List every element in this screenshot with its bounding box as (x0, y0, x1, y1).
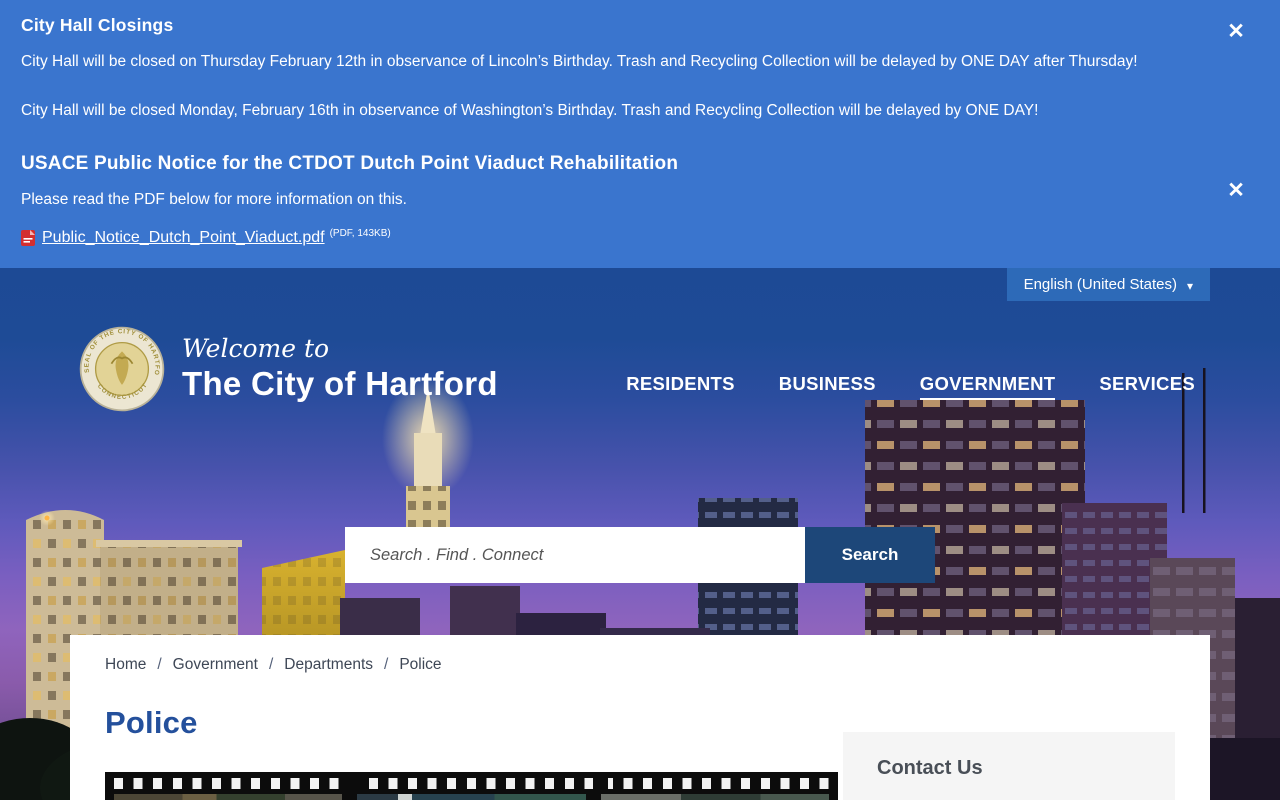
breadcrumb-separator: / (157, 656, 161, 674)
page-title: Police (105, 705, 198, 741)
language-label: English (United States) (1024, 276, 1177, 293)
chevron-down-icon: ▾ (1187, 279, 1193, 293)
breadcrumb-departments[interactable]: Departments (284, 656, 373, 674)
site-brand: Welcome to The City of Hartford (182, 335, 498, 403)
close-icon[interactable]: ✕ (1222, 18, 1250, 46)
filmstrip-photos (114, 794, 829, 800)
photo-filmstrip (105, 772, 838, 800)
language-bar: English (United States) ▾ (1007, 268, 1210, 301)
breadcrumb-government[interactable]: Government (173, 656, 258, 674)
alert-usace-notice: USACE Public Notice for the CTDOT Dutch … (21, 153, 1210, 247)
film-photo (601, 794, 829, 800)
alert-paragraph: City Hall will be closed Monday, Februar… (21, 100, 1210, 122)
city-seal-logo: SEAL OF THE CITY OF HARTFORD CONNECTICUT (78, 325, 166, 413)
film-photo (357, 794, 585, 800)
alert-paragraph: City Hall will be closed on Thursday Feb… (21, 51, 1210, 73)
nav-item-residents[interactable]: RESIDENTS (626, 373, 735, 400)
contact-us-title: Contact Us (877, 757, 1175, 780)
nav-item-business[interactable]: BUSINESS (779, 373, 876, 400)
site-header: SEAL OF THE CITY OF HARTFORD CONNECTICUT… (78, 325, 1195, 413)
breadcrumb-current: Police (399, 656, 441, 674)
alert-title: City Hall Closings (21, 15, 1210, 36)
filmstrip-sprocket-holes (114, 778, 829, 789)
site-title: The City of Hartford (182, 365, 498, 403)
contact-us-box: Contact Us (843, 732, 1175, 800)
nav-item-services[interactable]: SERVICES (1099, 373, 1195, 400)
pdf-file-icon (21, 230, 35, 246)
pdf-meta: (PDF, 143KB) (330, 228, 391, 239)
site-search: Search (345, 527, 935, 583)
close-icon[interactable]: ✕ (1222, 177, 1250, 205)
pdf-download-link[interactable]: Public_Notice_Dutch_Point_Viaduct.pdf (42, 229, 325, 247)
alert-banner: City Hall Closings ✕ City Hall will be c… (0, 0, 1280, 268)
pdf-link-row: Public_Notice_Dutch_Point_Viaduct.pdf (P… (21, 229, 1210, 247)
film-photo (114, 794, 342, 800)
search-button[interactable]: Search (805, 527, 935, 583)
language-selector[interactable]: English (United States) ▾ (1007, 268, 1210, 301)
nav-item-government[interactable]: GOVERNMENT (920, 373, 1056, 400)
breadcrumb-separator: / (384, 656, 388, 674)
breadcrumb-separator: / (269, 656, 273, 674)
alert-city-hall-closings: City Hall Closings ✕ City Hall will be c… (21, 15, 1210, 123)
content-card: Home / Government / Departments / Police… (70, 635, 1210, 800)
hero-section: English (United States) ▾ SEAL OF THE CI… (0, 268, 1280, 800)
alert-paragraph: Please read the PDF below for more infor… (21, 189, 1210, 211)
breadcrumb: Home / Government / Departments / Police (105, 656, 442, 674)
breadcrumb-home[interactable]: Home (105, 656, 146, 674)
brand-welcome: Welcome to (182, 335, 498, 363)
search-input[interactable] (345, 527, 805, 583)
main-nav: RESIDENTS BUSINESS GOVERNMENT SERVICES (626, 339, 1195, 400)
alert-title: USACE Public Notice for the CTDOT Dutch … (21, 153, 1210, 175)
